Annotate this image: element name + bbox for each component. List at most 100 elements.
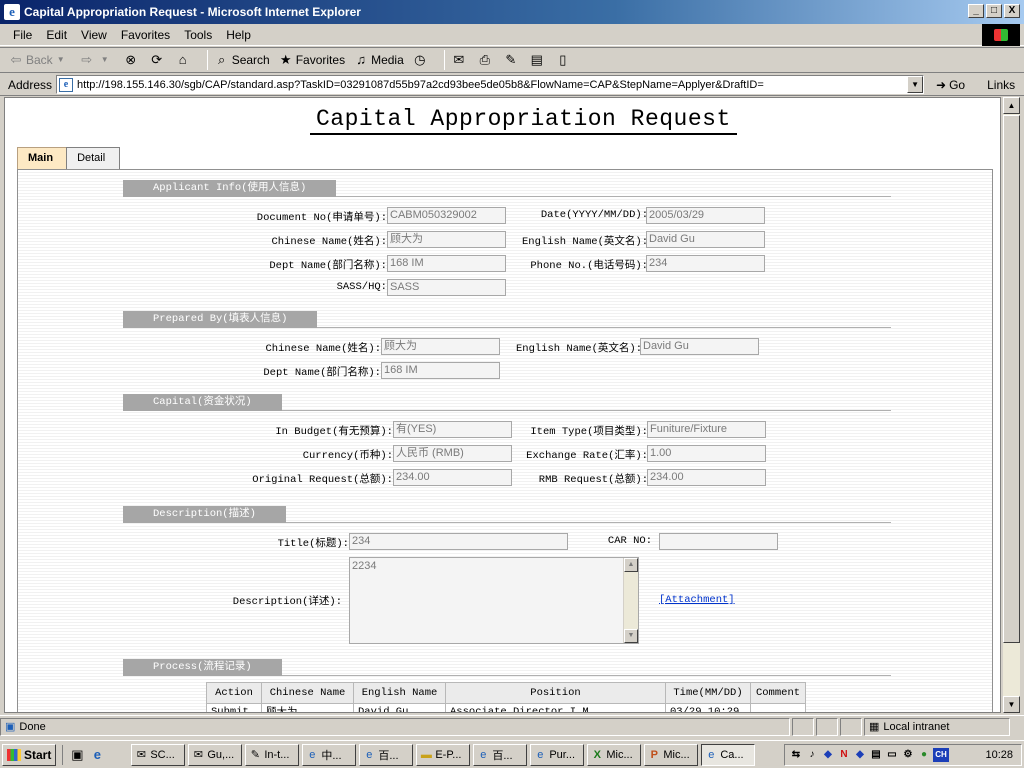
network-icon[interactable]: ⇆: [789, 748, 803, 762]
volume-icon[interactable]: ♪: [805, 748, 819, 762]
powerpoint-icon: P: [650, 748, 659, 761]
start-button[interactable]: Start: [2, 743, 57, 766]
car-no-field[interactable]: [659, 533, 778, 550]
ime-icon[interactable]: ▤: [869, 748, 883, 762]
stop-icon: ⊗: [125, 52, 137, 67]
mail-icon: ✉: [453, 52, 465, 67]
media-button[interactable]: ♫ Media: [353, 52, 404, 68]
description-textarea[interactable]: 2234 ▲ ▼: [349, 557, 639, 644]
col-chinese-name: Chinese Name: [261, 682, 354, 704]
tab-main[interactable]: Main: [17, 147, 69, 169]
task-button[interactable]: e Pur...: [530, 743, 585, 766]
shield-icon[interactable]: ◆: [821, 748, 835, 762]
sass-field[interactable]: SASS: [387, 279, 506, 296]
discuss-button[interactable]: ▤: [529, 52, 547, 68]
menu-view[interactable]: View: [74, 28, 114, 42]
status-segment: [840, 717, 862, 736]
prepared-dept-label: Dept Name(部门名称):: [263, 367, 381, 379]
original-request-label: Original Request(总额):: [252, 474, 393, 486]
item-type-field[interactable]: Funiture/Fixture: [647, 421, 766, 438]
ie-quicklaunch-icon[interactable]: e: [87, 745, 107, 765]
scroll-down-icon[interactable]: ▼: [624, 629, 638, 643]
favorites-star-icon: ★: [279, 52, 292, 67]
norton-icon[interactable]: N: [837, 748, 851, 762]
scroll-up-icon[interactable]: ▲: [624, 558, 638, 572]
menu-bar: File Edit View Favorites Tools Help: [0, 24, 1024, 46]
prepared-chinese-name-field[interactable]: 顾大为: [381, 338, 500, 355]
go-button[interactable]: ➜ Go: [936, 78, 965, 92]
show-desktop-icon[interactable]: ▣: [67, 745, 87, 765]
envelope-icon: ✉: [136, 748, 146, 761]
refresh-icon: ⟳: [151, 52, 163, 67]
messenger-tray-icon[interactable]: ●: [917, 748, 931, 762]
task-button[interactable]: ✉ Gu,...: [188, 743, 243, 766]
description-label: Description(详述):: [232, 596, 342, 608]
menu-edit[interactable]: Edit: [39, 28, 74, 42]
language-indicator[interactable]: CH: [933, 748, 949, 762]
chevron-down-icon[interactable]: ▼: [907, 76, 924, 93]
links-button[interactable]: Links: [987, 78, 1015, 92]
exchange-rate-field[interactable]: 1.00: [647, 445, 766, 462]
task-button[interactable]: P Mic...: [644, 743, 699, 766]
menu-tools[interactable]: Tools: [177, 28, 219, 42]
scroll-down-icon[interactable]: ▼: [1003, 696, 1020, 713]
rmb-request-label: RMB Request(总额):: [538, 474, 648, 486]
menu-help[interactable]: Help: [219, 28, 258, 42]
currency-field[interactable]: 人民币 (RMB): [393, 445, 512, 462]
task-button[interactable]: e 百...: [473, 743, 528, 766]
close-button[interactable]: X: [1004, 4, 1020, 18]
textarea-scrollbar[interactable]: ▲ ▼: [623, 558, 638, 643]
attachment-link[interactable]: [Attachment]: [659, 594, 735, 606]
favorites-button[interactable]: ★ Favorites: [278, 52, 345, 68]
page-scrollbar[interactable]: ▲ ▼: [1002, 97, 1020, 713]
mail-icon: ✉: [193, 748, 203, 761]
prepared-english-name-field[interactable]: David Gu: [640, 338, 759, 355]
status-segment: [792, 717, 814, 736]
in-budget-field[interactable]: 有(YES): [393, 421, 512, 438]
history-button[interactable]: ◷: [412, 52, 430, 68]
antivirus-icon[interactable]: ◆: [853, 748, 867, 762]
mail-button[interactable]: ✉: [451, 52, 469, 68]
doc-no-field[interactable]: CABM050329002: [387, 207, 506, 224]
maximize-button[interactable]: □: [986, 4, 1002, 18]
home-button[interactable]: ⌂: [175, 52, 193, 68]
task-button-active[interactable]: e Ca...: [701, 743, 756, 766]
forward-button[interactable]: ⇨ ▼: [79, 52, 115, 68]
address-input[interactable]: e http://198.155.146.30/sgb/CAP/standard…: [56, 75, 925, 94]
scroll-thumb[interactable]: [1003, 115, 1020, 643]
task-button[interactable]: ▬ E-P...: [416, 743, 471, 766]
rmb-request-field[interactable]: 234.00: [647, 469, 766, 486]
task-button[interactable]: ✎ In-t...: [245, 743, 300, 766]
messenger-button[interactable]: ▯: [555, 52, 573, 68]
task-button[interactable]: ✉ SC...: [131, 743, 186, 766]
search-button[interactable]: ⌕ Search: [214, 52, 270, 68]
prepared-dept-field[interactable]: 168 IM: [381, 362, 500, 379]
date-field[interactable]: 2005/03/29: [646, 207, 765, 224]
monitor-icon[interactable]: ▭: [885, 748, 899, 762]
cell-comment: [750, 703, 806, 712]
applicant-dept-field[interactable]: 168 IM: [387, 255, 506, 272]
print-button[interactable]: ⎙: [477, 52, 495, 68]
task-button[interactable]: X Mic...: [587, 743, 642, 766]
cell-english-name: David Gu: [353, 703, 446, 712]
task-button[interactable]: e 中...: [302, 743, 357, 766]
refresh-button[interactable]: ⟳: [149, 52, 167, 68]
minimize-button[interactable]: _: [968, 4, 984, 18]
menu-file[interactable]: File: [6, 28, 39, 42]
menu-favorites[interactable]: Favorites: [114, 28, 177, 42]
cell-time: 03/29 10:29: [665, 703, 751, 712]
item-type-label: Item Type(项目类型):: [530, 426, 648, 438]
task-button[interactable]: e 百...: [359, 743, 414, 766]
applicant-chinese-name-field[interactable]: 顾大为: [387, 231, 506, 248]
stop-button[interactable]: ⊗: [123, 52, 141, 68]
phone-field[interactable]: 234: [646, 255, 765, 272]
title-field[interactable]: 234: [349, 533, 568, 550]
section-capital: Capital(资金状况): [123, 394, 891, 411]
back-button[interactable]: ⇦ Back ▼: [8, 52, 71, 68]
applicant-english-name-field[interactable]: David Gu: [646, 231, 765, 248]
original-request-field[interactable]: 234.00: [393, 469, 512, 486]
tab-detail[interactable]: Detail: [66, 147, 121, 169]
scroll-up-icon[interactable]: ▲: [1003, 97, 1020, 114]
settings-icon[interactable]: ⚙: [901, 748, 915, 762]
edit-button[interactable]: ✎: [503, 52, 521, 68]
